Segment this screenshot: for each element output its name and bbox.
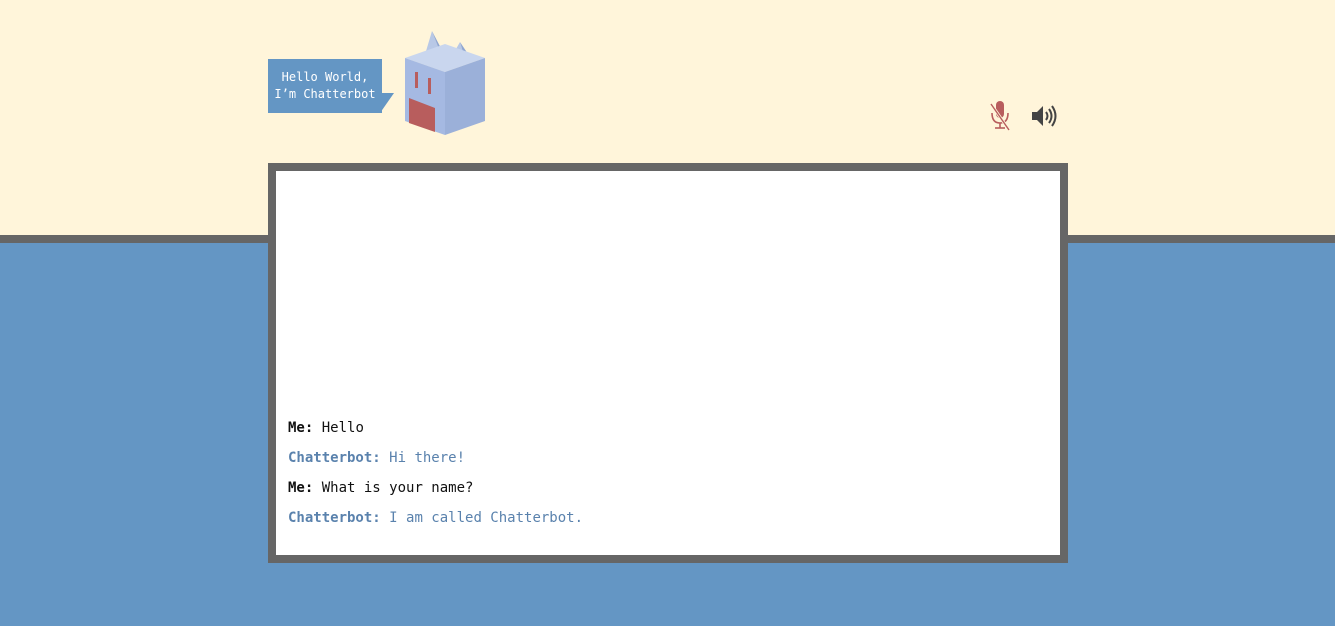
message-text: What is your name? [321,480,474,496]
chat-window: Me: Hello Chatterbot: Hi there! Me: What… [268,163,1068,563]
chat-message: Chatterbot: I am called Chatterbot. [288,508,1048,528]
message-speaker: Chatterbot: [288,510,381,526]
message-text: Hi there! [389,450,466,466]
speech-bubble-line-2: I’m Chatterbot [274,87,376,101]
chat-message: Me: What is your name? [288,478,1048,498]
message-text: Hello [321,420,364,436]
chat-log[interactable]: Me: Hello Chatterbot: Hi there! Me: What… [276,171,1060,555]
microphone-toggle-button[interactable] [985,100,1015,132]
speech-bubble-tail [380,93,394,113]
message-text: I am called Chatterbot. [389,510,584,526]
message-speaker: Chatterbot: [288,450,381,466]
speech-bubble: Hello World, I’m Chatterbot [268,59,382,113]
microphone-muted-icon [989,101,1011,131]
audio-controls [985,100,1059,132]
speech-bubble-line-1: Hello World, [281,70,369,84]
chat-message: Me: Hello [288,418,1048,438]
chat-message: Chatterbot: Hi there! [288,448,1048,468]
speaker-toggle-button[interactable] [1029,100,1059,132]
message-speaker: Me: [288,420,314,436]
chatterbot-robot-icon [405,31,485,135]
speaker-on-icon [1032,105,1057,127]
message-speaker: Me: [288,480,314,496]
